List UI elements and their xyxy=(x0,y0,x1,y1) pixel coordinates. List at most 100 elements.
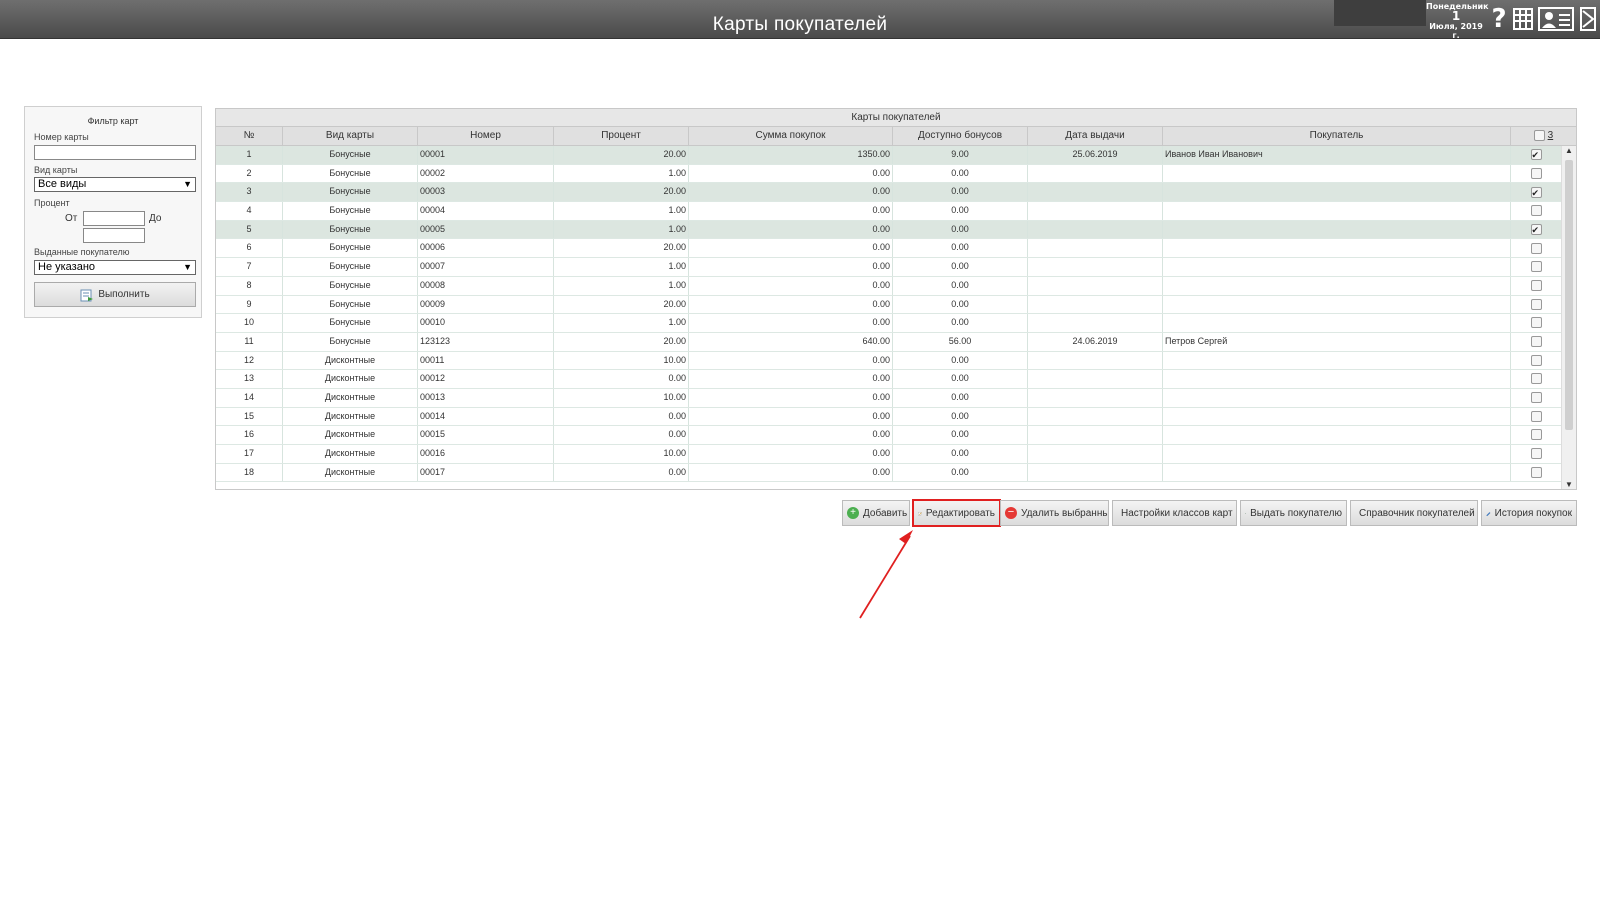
edit-button[interactable]: Редактировать xyxy=(912,499,1001,527)
row-checkbox[interactable] xyxy=(1530,261,1542,273)
row-buyer: Иванов Иван Иванович xyxy=(1163,146,1511,164)
table-row[interactable]: 15 Дисконтные 00014 0.00 0.00 0.00 xyxy=(216,407,1561,427)
row-checkbox[interactable] xyxy=(1530,448,1542,460)
execute-button[interactable]: Выполнить xyxy=(34,282,196,307)
table-row[interactable]: 16 Дисконтные 00015 0.00 0.00 0.00 xyxy=(216,426,1561,445)
row-issue-date: 25.06.2019 xyxy=(1028,146,1163,164)
row-card-type: Дисконтные xyxy=(283,445,418,463)
percent-from-input[interactable] xyxy=(83,211,145,226)
row-checkbox[interactable] xyxy=(1530,167,1542,179)
purchase-history-button[interactable]: История покупок xyxy=(1481,500,1577,526)
row-checkbox[interactable] xyxy=(1530,317,1542,329)
row-checkbox[interactable] xyxy=(1530,392,1542,404)
table-row[interactable]: 13 Дисконтные 00012 0.00 0.00 0.00 xyxy=(216,370,1561,389)
help-icon[interactable]: ? xyxy=(1488,4,1510,34)
table-row[interactable]: 6 Бонусные 00006 20.00 0.00 0.00 xyxy=(216,239,1561,259)
row-number: 11 xyxy=(216,332,283,351)
scroll-up-icon[interactable]: ▲ xyxy=(1562,146,1576,155)
row-checkbox[interactable] xyxy=(1530,242,1542,254)
row-checkbox[interactable] xyxy=(1530,410,1542,422)
row-purchase-sum: 0.00 xyxy=(689,164,893,183)
col-header-issue-date[interactable]: Дата выдачи xyxy=(1028,127,1163,145)
row-buyer xyxy=(1163,388,1511,407)
row-card-number: 00012 xyxy=(418,370,554,388)
issued-select[interactable]: Не указано ▼ xyxy=(34,260,196,275)
row-select-cell xyxy=(1511,389,1561,407)
table-row[interactable]: 18 Дисконтные 00017 0.00 0.00 0.00 xyxy=(216,463,1561,483)
row-checkbox[interactable] xyxy=(1530,222,1542,238)
percent-to-input[interactable] xyxy=(83,228,145,243)
row-buyer xyxy=(1163,407,1511,426)
row-purchase-sum: 0.00 xyxy=(689,463,893,482)
col-header-card-type[interactable]: Вид карты xyxy=(283,127,418,145)
row-select-cell xyxy=(1511,426,1561,444)
grid-body: 1 Бонусные 00001 20.00 1350.00 9.00 25.06.2019… xyxy=(216,146,1561,489)
grid-scrollbar[interactable]: ▲ ▼ xyxy=(1561,146,1576,489)
select-all-checkbox[interactable] xyxy=(1533,129,1545,141)
month-year: Июля, 2019 г. xyxy=(1429,22,1483,40)
add-button[interactable]: + Добавить xyxy=(842,500,910,526)
scroll-down-icon[interactable]: ▼ xyxy=(1562,480,1576,489)
row-buyer xyxy=(1163,351,1511,370)
col-header-bonus[interactable]: Доступно бонусов xyxy=(893,127,1028,145)
row-bonus: 0.00 xyxy=(893,183,1028,202)
user-card-icon[interactable] xyxy=(1537,6,1575,32)
table-row[interactable]: 10 Бонусные 00010 1.00 0.00 0.00 xyxy=(216,314,1561,333)
row-checkbox[interactable] xyxy=(1530,429,1542,441)
col-header-card-number[interactable]: Номер xyxy=(418,127,554,145)
table-row[interactable]: 2 Бонусные 00002 1.00 0.00 0.00 xyxy=(216,164,1561,184)
buyers-directory-button[interactable]: Справочник покупателей xyxy=(1350,500,1478,526)
row-bonus: 0.00 xyxy=(893,351,1028,370)
row-checkbox[interactable] xyxy=(1530,336,1542,347)
row-checkbox[interactable] xyxy=(1530,466,1542,478)
row-checkbox[interactable] xyxy=(1530,298,1542,310)
user-name-redacted xyxy=(1334,0,1426,26)
scroll-thumb[interactable] xyxy=(1565,160,1573,430)
row-purchase-sum: 0.00 xyxy=(689,407,893,426)
grid-icon[interactable] xyxy=(1512,6,1534,32)
row-checkbox[interactable] xyxy=(1530,147,1542,164)
card-classes-settings-button[interactable]: Настройки классов карт xyxy=(1112,500,1237,526)
row-percent: 10.00 xyxy=(554,388,689,407)
card-type-select[interactable]: Все виды ▼ xyxy=(34,177,196,192)
col-header-buyer[interactable]: Покупатель xyxy=(1163,127,1511,145)
delete-selected-button[interactable]: − Удалить выбранные xyxy=(1000,500,1109,526)
row-checkbox[interactable] xyxy=(1530,279,1542,291)
row-issue-date xyxy=(1028,463,1163,482)
percent-to-label: До xyxy=(149,213,162,224)
issue-to-buyer-button[interactable]: Выдать покупателю xyxy=(1240,500,1347,526)
row-percent: 1.00 xyxy=(554,314,689,332)
row-buyer xyxy=(1163,445,1511,463)
row-number: 15 xyxy=(216,407,283,426)
table-row[interactable]: 4 Бонусные 00004 1.00 0.00 0.00 xyxy=(216,202,1561,221)
col-header-purchase-sum[interactable]: Сумма покупок xyxy=(689,127,893,145)
row-checkbox[interactable] xyxy=(1530,373,1542,385)
table-row[interactable]: 17 Дисконтные 00016 10.00 0.00 0.00 xyxy=(216,445,1561,464)
add-icon: + xyxy=(847,507,859,519)
row-checkbox[interactable] xyxy=(1530,354,1542,366)
row-number: 9 xyxy=(216,295,283,314)
table-row[interactable]: 8 Бонусные 00008 1.00 0.00 0.00 xyxy=(216,276,1561,296)
table-row[interactable]: 3 Бонусные 00003 20.00 0.00 0.00 xyxy=(216,183,1561,203)
table-row[interactable]: 11 Бонусные 123123 20.00 640.00 56.00 24.06.20… xyxy=(216,332,1561,352)
row-card-type: Бонусные xyxy=(283,258,418,276)
row-bonus: 0.00 xyxy=(893,276,1028,295)
table-row[interactable]: 7 Бонусные 00007 1.00 0.00 0.00 xyxy=(216,258,1561,277)
card-number-input[interactable] xyxy=(34,145,196,160)
row-bonus: 0.00 xyxy=(893,220,1028,239)
table-row[interactable]: 9 Бонусные 00009 20.00 0.00 0.00 xyxy=(216,295,1561,315)
col-header-number[interactable]: № xyxy=(216,127,283,145)
table-row[interactable]: 12 Дисконтные 00011 10.00 0.00 0.00 xyxy=(216,351,1561,371)
row-select-cell xyxy=(1511,221,1561,238)
col-header-percent[interactable]: Процент xyxy=(554,127,689,145)
exit-icon[interactable] xyxy=(1578,6,1598,32)
table-row[interactable]: 1 Бонусные 00001 20.00 1350.00 9.00 25.06.2019… xyxy=(216,146,1561,165)
row-checkbox[interactable] xyxy=(1530,185,1542,201)
row-select-cell xyxy=(1511,333,1561,351)
row-card-type: Дисконтные xyxy=(283,407,418,426)
row-card-number: 00007 xyxy=(418,258,554,276)
row-checkbox[interactable] xyxy=(1530,205,1542,217)
table-row[interactable]: 14 Дисконтные 00013 10.00 0.00 0.00 xyxy=(216,388,1561,408)
table-row[interactable]: 5 Бонусные 00005 1.00 0.00 0.00 xyxy=(216,220,1561,240)
execute-icon xyxy=(80,289,94,301)
